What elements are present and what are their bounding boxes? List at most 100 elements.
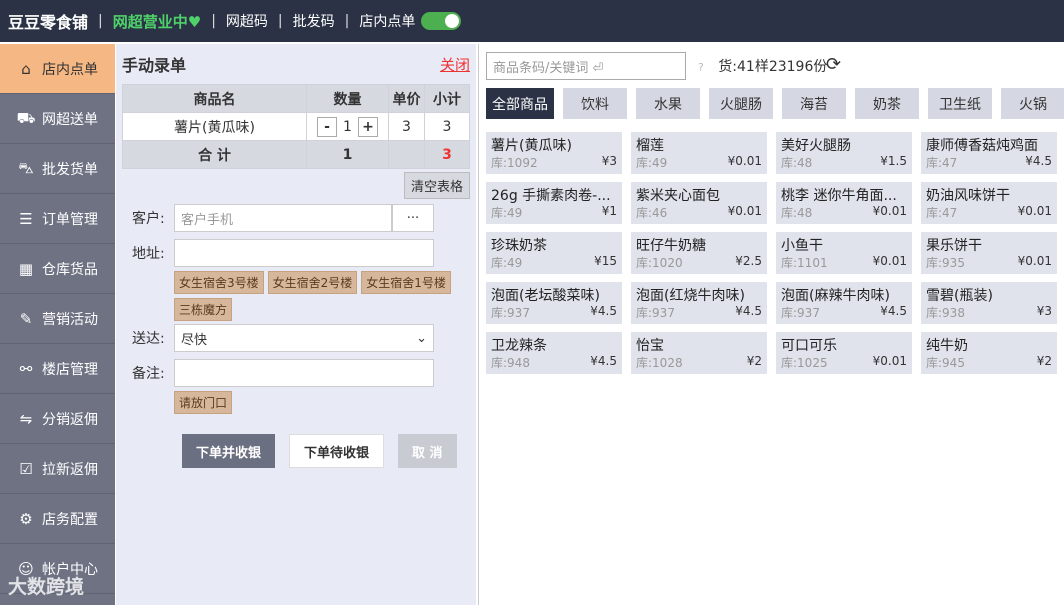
category-tab[interactable]: 海苔 xyxy=(782,88,846,119)
product-name: 小鱼干 xyxy=(781,238,823,254)
customer-row: 客户: 客户手机 ··· xyxy=(132,204,434,232)
product-card[interactable]: 怡宝 库:1028 ¥2 xyxy=(631,332,767,374)
note-tag[interactable]: 请放门口 xyxy=(174,391,233,414)
order-items-table: 商品名 数量 单价 小计 薯片(黄瓜味) - 1 + 3 3 合 计 1 3 xyxy=(122,84,470,169)
product-name: 旺仔牛奶糖 xyxy=(636,238,706,254)
product-price: ¥0.01 xyxy=(872,354,907,368)
sidebar-item[interactable]: ⛍ 批发货单 xyxy=(0,144,115,194)
category-tab[interactable]: 火腿肠 xyxy=(709,88,773,119)
check-icon: ☑ xyxy=(19,459,33,478)
cancel-button[interactable]: 取 消 xyxy=(398,434,457,468)
online-code-link[interactable]: 网超码 xyxy=(226,11,268,31)
clear-table-button[interactable]: 清空表格 xyxy=(403,172,470,199)
sidebar-item[interactable]: ✎ 营销活动 xyxy=(0,294,115,344)
sidebar-item-label: 批发货单 xyxy=(42,161,98,178)
product-name: 泡面(老坛酸菜味) xyxy=(491,288,600,304)
product-card[interactable]: 紫米夹心面包 库:46 ¥0.01 xyxy=(631,182,767,224)
sidebar-item[interactable]: ⇋ 分销返佣 xyxy=(0,394,115,444)
customer-more-button[interactable]: ··· xyxy=(392,204,434,232)
delivery-select[interactable]: 尽快 ⌄ xyxy=(174,324,434,352)
product-name: 雪碧(瓶装) xyxy=(926,288,993,304)
product-price: ¥15 xyxy=(594,254,617,268)
order-wait-collect-button[interactable]: 下单待收银 xyxy=(289,434,385,468)
sidebar-item[interactable]: ⛟ 网超送单 xyxy=(0,94,115,144)
tag-icon: ✎ xyxy=(19,309,33,328)
product-name: 紫米夹心面包 xyxy=(636,188,720,204)
business-status[interactable]: 网超营业中♥ xyxy=(113,11,201,32)
product-card[interactable]: 26g 手撕素肉卷-... 库:49 ¥1 xyxy=(486,182,622,224)
product-card[interactable]: 泡面(老坛酸菜味) 库:937 ¥4.5 xyxy=(486,282,622,324)
qty-decrease-button[interactable]: - xyxy=(317,116,338,137)
close-link[interactable]: 关闭 xyxy=(440,54,470,75)
category-tab[interactable]: 饮料 xyxy=(563,88,627,119)
product-card[interactable]: 薯片(黄瓜味) 库:1092 ¥3 xyxy=(486,132,622,174)
address-label: 地址: xyxy=(132,246,165,262)
delivery-icon: ⛟ xyxy=(16,108,36,127)
wholesale-code-link[interactable]: 批发码 xyxy=(293,11,335,31)
address-input[interactable] xyxy=(174,239,434,267)
product-card[interactable]: 泡面(麻辣牛肉味) 库:937 ¥4.5 xyxy=(776,282,912,324)
sidebar-item[interactable]: ⌂ 店内点单 xyxy=(0,44,115,94)
help-icon[interactable]: ? xyxy=(698,61,704,74)
product-card[interactable]: 美好火腿肠 库:48 ¥1.5 xyxy=(776,132,912,174)
address-row: 地址: xyxy=(132,239,434,267)
category-tab[interactable]: 奶茶 xyxy=(855,88,919,119)
product-price: ¥0.01 xyxy=(1017,254,1052,268)
qty-increase-button[interactable]: + xyxy=(357,116,378,137)
sidebar-item[interactable]: ▦ 仓库货品 xyxy=(0,244,115,294)
sidebar-item[interactable]: ☰ 订单管理 xyxy=(0,194,115,244)
stock-info-text: 货:41样23196份 xyxy=(718,59,828,75)
product-stock: 库:1101 xyxy=(781,256,828,270)
product-card[interactable]: 纯牛奶 库:945 ¥2 xyxy=(921,332,1057,374)
product-price: ¥0.01 xyxy=(1017,204,1052,218)
sidebar-item[interactable]: ⚙ 店务配置 xyxy=(0,494,115,544)
order-and-collect-button[interactable]: 下单并收银 xyxy=(182,434,276,468)
separator: | xyxy=(98,13,103,29)
product-card[interactable]: 泡面(红烧牛肉味) 库:937 ¥4.5 xyxy=(631,282,767,324)
delivery-row: 送达: 尽快 ⌄ xyxy=(132,324,434,352)
product-search-input[interactable]: 商品条码/关键词 ⏎ xyxy=(486,52,686,80)
product-card[interactable]: 桃李 迷你牛角面... 库:48 ¥0.01 xyxy=(776,182,912,224)
product-stock: 库:49 xyxy=(636,156,668,170)
product-card[interactable]: 康师傅香菇炖鸡面 库:47 ¥4.5 xyxy=(921,132,1057,174)
panel-header: 手动录单 关闭 xyxy=(122,44,470,84)
category-tab[interactable]: 全部商品 xyxy=(486,88,554,119)
address-tag[interactable]: 女生宿舍2号楼 xyxy=(267,271,358,294)
note-input[interactable] xyxy=(174,359,434,387)
address-tag[interactable]: 三栋魔方 xyxy=(174,298,233,321)
product-card[interactable]: 榴莲 库:49 ¥0.01 xyxy=(631,132,767,174)
separator: | xyxy=(344,13,350,29)
product-meta: 库:49 ¥0.01 xyxy=(636,154,762,171)
settings-icon: ⚙ xyxy=(19,509,33,528)
in-store-order-toggle[interactable] xyxy=(421,12,462,30)
product-card[interactable]: 小鱼干库:1101 ¥0.01 xyxy=(776,232,912,274)
product-meta: 库:46 ¥0.01 xyxy=(636,204,762,221)
qty-value[interactable]: 1 xyxy=(343,119,352,135)
product-card[interactable]: 果乐饼干 库:935 ¥0.01 xyxy=(921,232,1057,274)
category-tab[interactable]: 卫生纸 xyxy=(928,88,992,119)
product-card[interactable]: 旺仔牛奶糖 库:1020 ¥2.5 xyxy=(631,232,767,274)
address-tag[interactable]: 女生宿舍1号楼 xyxy=(361,271,451,294)
refresh-icon[interactable]: ⟳ xyxy=(826,54,841,75)
product-meta: 库:1025 ¥0.01 xyxy=(781,354,907,371)
qty-cell: - 1 + xyxy=(306,112,389,141)
share-icon: ⇋ xyxy=(19,409,33,428)
product-name: 桃李 迷你牛角面... xyxy=(781,188,897,204)
sidebar-item-label: 网超送单 xyxy=(42,111,98,128)
category-tab[interactable]: 水果 xyxy=(636,88,700,119)
header-qty: 数量 xyxy=(306,84,389,113)
product-meta: 库:1020 ¥2.5 xyxy=(636,254,762,271)
total-label: 合 计 xyxy=(122,140,307,169)
product-price: ¥0.01 xyxy=(872,254,907,268)
product-card[interactable]: 雪碧(瓶装) 库:938 ¥3 xyxy=(921,282,1057,324)
product-card[interactable]: 可口可乐 库:1025 ¥0.01 xyxy=(776,332,912,374)
product-card[interactable]: 卫龙辣条 库:948 ¥4.5 xyxy=(486,332,622,374)
category-tab[interactable]: 火锅 xyxy=(1001,88,1064,119)
sidebar-item[interactable]: ☑ 拉新返佣 xyxy=(0,444,115,494)
product-card[interactable]: 奶油风味饼干 库:47 ¥0.01 xyxy=(921,182,1057,224)
address-tag[interactable]: 女生宿舍3号楼 xyxy=(174,271,264,294)
sidebar-item[interactable]: ⚯ 楼店管理 xyxy=(0,344,115,394)
customer-phone-input[interactable]: 客户手机 xyxy=(174,204,392,232)
product-card[interactable]: 珍珠奶茶 库:49 ¥15 xyxy=(486,232,622,274)
product-meta: 库:47 ¥4.5 xyxy=(926,154,1052,171)
